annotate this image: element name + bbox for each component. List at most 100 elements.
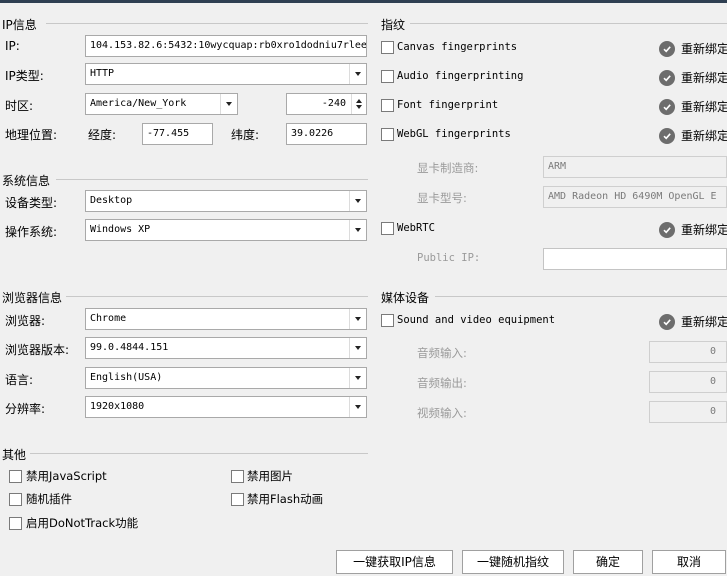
rebind-label: 重新绑定 [681,100,727,114]
disable-flash-label: 禁用Flash动画 [247,492,324,506]
ip-type-value: HTTP [90,68,115,79]
video-input-label: 视频输入: [417,406,467,420]
webgl-rebind[interactable]: 重新绑定 [659,127,727,144]
enable-dnt-checkbox[interactable] [9,517,22,530]
audio-checkbox[interactable] [381,70,394,83]
check-circle-icon [659,313,675,330]
chevron-down-icon[interactable] [349,309,366,329]
ip-type-label: IP类型: [5,69,44,83]
device-type-select[interactable]: Desktop [85,190,367,212]
chevron-down-icon[interactable] [220,94,237,114]
chevron-down-icon[interactable] [349,397,366,417]
audio-input-label: 音频输入: [417,346,467,360]
device-type-value: Desktop [90,195,133,206]
rebind-label: 重新绑定 [681,129,727,143]
rebind-label: 重新绑定 [681,42,727,56]
timezone-label: 时区: [5,99,34,113]
sound-video-rebind[interactable]: 重新绑定 [659,313,727,330]
webgl-label: WebGL fingerprints [397,128,511,140]
webrtc-rebind[interactable]: 重新绑定 [659,221,727,238]
section-title-media: 媒体设备 [381,291,430,305]
check-circle-icon [659,69,675,86]
canvas-rebind[interactable]: 重新绑定 [659,40,727,57]
font-label: Font fingerprint [397,99,499,111]
resolution-value: 1920x1080 [90,401,145,412]
disable-js-label: 禁用JavaScript [26,469,107,483]
section-divider [435,296,727,297]
timezone-value: America/New_York [90,98,187,109]
language-select[interactable]: English(USA) [85,367,367,389]
section-title-other: 其他 [2,448,27,462]
rebind-label: 重新绑定 [681,223,727,237]
video-input-field[interactable]: 0 [649,401,727,423]
chevron-down-icon[interactable] [349,220,366,240]
cancel-button[interactable]: 取消 [652,550,726,574]
window-top-border [0,0,727,3]
check-circle-icon [659,98,675,115]
webrtc-checkbox[interactable] [381,222,394,235]
section-divider [56,179,368,180]
public-ip-label: Public IP: [417,252,481,264]
gpu-vendor-label: 显卡制造商: [417,161,479,175]
check-circle-icon [659,127,675,144]
timezone-select[interactable]: America/New_York [85,93,238,115]
section-divider [66,296,368,297]
webrtc-label: WebRTC [397,222,435,234]
spinner-arrows-icon[interactable] [351,94,366,114]
font-checkbox[interactable] [381,99,394,112]
enable-dnt-label: 启用DoNotTrack功能 [26,516,139,530]
section-title-browser: 浏览器信息 [2,291,63,305]
os-value: Windows XP [90,224,151,235]
canvas-label: Canvas fingerprints [397,41,518,53]
check-circle-icon [659,40,675,57]
chevron-down-icon[interactable] [349,64,366,84]
latitude-input[interactable]: 39.0226 [286,123,367,145]
chevron-down-icon[interactable] [349,191,366,211]
gpu-model-input[interactable]: AMD Radeon HD 6490M OpenGL E [543,186,727,208]
audio-output-label: 音频输出: [417,376,467,390]
canvas-checkbox[interactable] [381,41,394,54]
timezone-offset-spinner[interactable]: -240 [286,93,367,115]
resolution-select[interactable]: 1920x1080 [85,396,367,418]
random-fingerprint-button[interactable]: 一键随机指纹 [462,550,564,574]
browser-version-select[interactable]: 99.0.4844.151 [85,337,367,359]
public-ip-input[interactable] [543,248,727,270]
ip-label: IP: [5,39,20,53]
disable-images-checkbox[interactable] [231,470,244,483]
ok-button[interactable]: 确定 [573,550,643,574]
language-value: English(USA) [90,372,163,383]
geo-label: 地理位置: [5,128,58,142]
section-divider [30,453,368,454]
chevron-down-icon[interactable] [349,368,366,388]
chevron-down-icon[interactable] [349,338,366,358]
disable-flash-checkbox[interactable] [231,493,244,506]
font-rebind[interactable]: 重新绑定 [659,98,727,115]
browser-value: Chrome [90,313,127,324]
longitude-label: 经度: [88,128,117,142]
longitude-input[interactable]: -77.455 [142,123,213,145]
os-label: 操作系统: [5,225,58,239]
browser-select[interactable]: Chrome [85,308,367,330]
timezone-offset-value: -240 [321,98,346,109]
rebind-label: 重新绑定 [681,71,727,85]
sound-video-label: Sound and video equipment [397,314,556,326]
get-ip-info-button[interactable]: 一键获取IP信息 [336,550,453,574]
ip-input[interactable]: 104.153.82.6:5432:10wycquap:rb0xro1dodni… [85,35,367,57]
ip-type-select[interactable]: HTTP [85,63,367,85]
resolution-label: 分辨率: [5,402,46,416]
audio-output-field[interactable]: 0 [649,371,727,393]
rebind-label: 重新绑定 [681,315,727,329]
check-circle-icon [659,221,675,238]
audio-label: Audio fingerprinting [397,70,524,82]
random-plugins-checkbox[interactable] [9,493,22,506]
os-select[interactable]: Windows XP [85,219,367,241]
section-title-fingerprint: 指纹 [381,18,406,32]
gpu-model-label: 显卡型号: [417,191,467,205]
audio-rebind[interactable]: 重新绑定 [659,69,727,86]
section-title-ip: IP信息 [2,18,37,32]
gpu-vendor-input[interactable]: ARM [543,156,727,178]
audio-input-field[interactable]: 0 [649,341,727,363]
webgl-checkbox[interactable] [381,128,394,141]
disable-js-checkbox[interactable] [9,470,22,483]
sound-video-checkbox[interactable] [381,314,394,327]
